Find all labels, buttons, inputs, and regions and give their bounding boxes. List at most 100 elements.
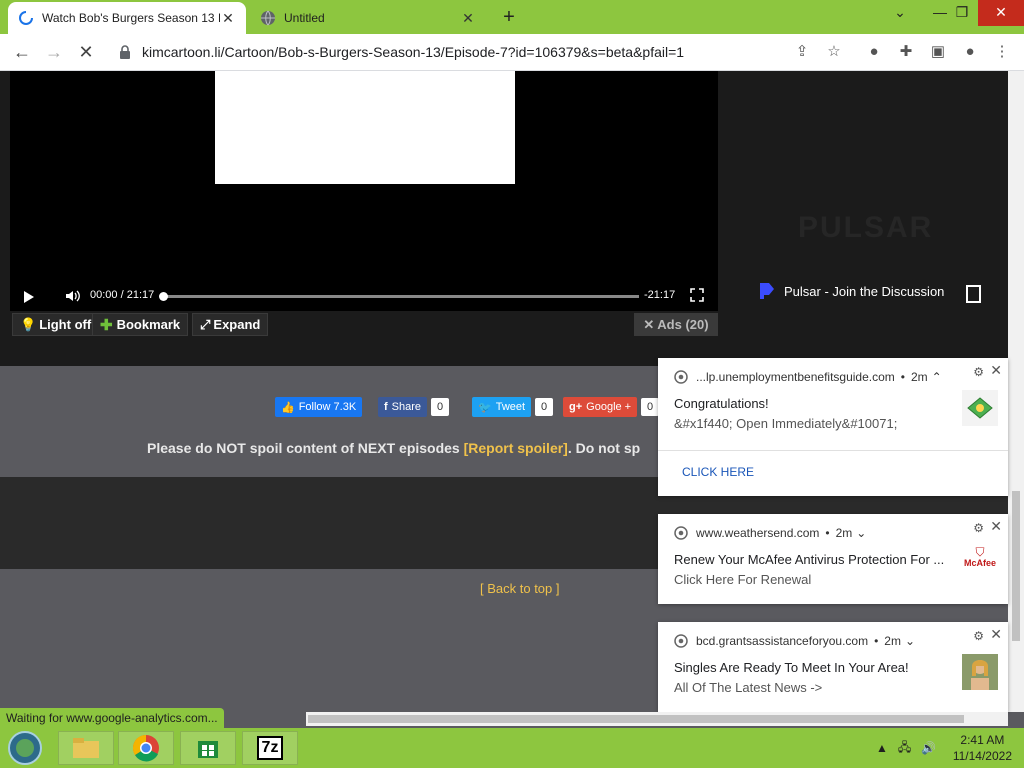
- extension-icon[interactable]: ●: [864, 42, 884, 62]
- notification-body: &#x1f440; Open Immediately&#10071;: [674, 416, 898, 431]
- click-here-button[interactable]: CLICK HERE: [658, 450, 1008, 497]
- twitter-bird-icon: 🐦: [478, 401, 492, 414]
- plus-icon: ✚: [100, 316, 113, 334]
- url-text[interactable]: kimcartoon.li/Cartoon/Bob-s-Burgers-Seas…: [142, 44, 684, 60]
- gear-icon[interactable]: ⚙: [973, 521, 984, 535]
- notification-1[interactable]: ...lp.unemploymentbenefitsguide.com • 2m…: [658, 358, 1008, 496]
- report-spoiler-link[interactable]: [Report spoiler]: [464, 440, 568, 456]
- pulsar-label: Pulsar - Join the Discussion: [784, 283, 945, 299]
- tab-watch-bobs-burgers[interactable]: Watch Bob's Burgers Season 13 E ✕: [8, 2, 246, 34]
- seek-bar[interactable]: [159, 292, 639, 301]
- fullscreen-icon[interactable]: [690, 288, 704, 302]
- notification-title: Congratulations!: [674, 396, 769, 411]
- tab-title: Untitled: [284, 11, 325, 25]
- menu-kebab-icon[interactable]: ⋮: [992, 42, 1012, 62]
- bookmark-button[interactable]: ✚ Bookmark: [92, 313, 189, 336]
- pulsar-join-link[interactable]: Pulsar - Join the Discussion: [758, 281, 944, 301]
- player-area: 00:00 / 21:17 -21:17 💡 Light off ✚ Bookm…: [0, 71, 1008, 366]
- video-controls: 00:00 / 21:17 -21:17: [10, 281, 718, 311]
- close-icon[interactable]: ✕: [990, 518, 1002, 535]
- google-plus-button[interactable]: g+ Google + 0: [563, 397, 660, 417]
- pulsar-toggle[interactable]: [966, 285, 981, 303]
- globe-icon: [261, 10, 275, 26]
- share-icon[interactable]: ⇪: [792, 42, 812, 62]
- video-overlay-box: [215, 71, 515, 184]
- notification-source: www.weathersend.com • 2m ⌄: [674, 526, 866, 540]
- back-to-top-link[interactable]: [ Back to top ]: [480, 581, 560, 596]
- start-orb-icon[interactable]: [6, 730, 44, 766]
- expand-button[interactable]: ⤢ Expand: [192, 313, 269, 336]
- stop-loading-button[interactable]: ✕: [74, 40, 98, 64]
- profile-avatar-icon[interactable]: ●: [960, 42, 980, 62]
- gear-icon[interactable]: ⚙: [973, 629, 984, 643]
- chrome-taskbar-icon[interactable]: [118, 731, 174, 765]
- close-window-button[interactable]: ✕: [978, 0, 1024, 26]
- chevron-down-icon[interactable]: ⌄: [905, 634, 915, 648]
- seek-knob[interactable]: [159, 292, 168, 301]
- tab-close-icon[interactable]: ✕: [220, 10, 236, 26]
- browser-toolbar: ← → ✕ kimcartoon.li/Cartoon/Bob-s-Burger…: [0, 34, 1024, 71]
- light-off-button[interactable]: 💡 Light off: [12, 313, 100, 336]
- forward-button[interactable]: →: [42, 40, 66, 64]
- horizontal-scroll-thumb[interactable]: [308, 715, 964, 723]
- show-hidden-icons-icon[interactable]: ▲: [876, 741, 888, 755]
- vertical-scroll-thumb[interactable]: [1012, 491, 1020, 641]
- facebook-follow-button[interactable]: 👍 Follow 7.3K: [275, 397, 363, 417]
- loading-spinner-icon: [19, 11, 33, 25]
- chrome-icon: [674, 526, 688, 540]
- file-explorer-icon[interactable]: [58, 731, 114, 765]
- chevron-up-icon[interactable]: ⌃: [932, 370, 942, 384]
- volume-icon[interactable]: 🔊: [921, 741, 936, 755]
- bookmark-star-icon[interactable]: ☆: [824, 42, 844, 62]
- tab-untitled[interactable]: Untitled ✕: [250, 2, 486, 34]
- horizontal-scrollbar[interactable]: [306, 712, 1008, 726]
- play-icon[interactable]: [24, 291, 34, 303]
- tweet-label: Tweet: [495, 401, 526, 413]
- notification-2[interactable]: www.weathersend.com • 2m ⌄ ⚙ ✕ Renew You…: [658, 514, 1008, 604]
- video-player[interactable]: [10, 71, 718, 311]
- status-bar: Waiting for www.google-analytics.com...: [0, 708, 224, 728]
- close-icon[interactable]: ✕: [990, 362, 1002, 379]
- pulsar-logo-icon: [760, 283, 774, 299]
- facebook-share-button[interactable]: f Share 0: [378, 397, 450, 417]
- notice-text: Please do NOT spoil content of NEXT epis…: [147, 440, 464, 456]
- network-icon[interactable]: 🖧: [898, 738, 911, 759]
- time-separator: /: [120, 289, 124, 301]
- expand-label: Expand: [213, 317, 261, 332]
- google-plus-count: 0: [641, 398, 660, 416]
- store-icon[interactable]: [180, 731, 236, 765]
- address-bar[interactable]: kimcartoon.li/Cartoon/Bob-s-Burgers-Seas…: [108, 38, 858, 66]
- clock[interactable]: 2:41 AM 11/14/2022: [953, 732, 1012, 764]
- vertical-scrollbar[interactable]: [1008, 71, 1024, 712]
- notification-source: bcd.grantsassistanceforyou.com • 2m ⌄: [674, 634, 915, 648]
- clock-date: 11/14/2022: [952, 749, 1012, 763]
- gear-icon[interactable]: ⚙: [973, 365, 984, 379]
- back-button[interactable]: ←: [10, 40, 34, 64]
- close-icon[interactable]: ✕: [990, 626, 1002, 643]
- tweet-button[interactable]: 🐦 Tweet 0: [472, 397, 554, 417]
- notification-body: Click Here For Renewal: [674, 572, 812, 587]
- volume-icon[interactable]: [64, 287, 82, 305]
- restore-button[interactable]: ❐: [942, 0, 982, 26]
- notification-source: ...lp.unemploymentbenefitsguide.com • 2m…: [674, 370, 942, 384]
- notice-text-tail: . Do not sp: [567, 440, 641, 456]
- close-x-icon: ✕: [643, 316, 655, 332]
- 7zip-icon[interactable]: 7z: [242, 731, 298, 765]
- lock-icon[interactable]: [116, 43, 134, 61]
- side-panel-icon[interactable]: ▣: [928, 42, 948, 62]
- notification-body: All Of The Latest News ->: [674, 680, 823, 695]
- chevron-down-icon[interactable]: ⌄: [856, 526, 866, 540]
- notification-title: Singles Are Ready To Meet In Your Area!: [674, 660, 909, 675]
- system-tray: ▲ 🖧 🔊: [876, 728, 936, 768]
- notification-3[interactable]: bcd.grantsassistanceforyou.com • 2m ⌄ ⚙ …: [658, 622, 1008, 712]
- tab-search-chevron-icon[interactable]: ⌄: [880, 0, 920, 26]
- facebook-follow-label: Follow 7.3K: [298, 401, 357, 413]
- facebook-icon: f: [384, 401, 388, 413]
- tab-close-icon[interactable]: ✕: [460, 10, 476, 26]
- new-tab-button[interactable]: +: [498, 6, 520, 28]
- extensions-puzzle-icon[interactable]: ✚: [896, 42, 916, 62]
- spoiler-notice: Please do NOT spoil content of NEXT epis…: [147, 440, 640, 456]
- money-icon: [962, 390, 998, 426]
- ads-button[interactable]: ✕ Ads (20): [634, 313, 718, 336]
- mcafee-logo: ⛉ McAfee: [963, 545, 996, 568]
